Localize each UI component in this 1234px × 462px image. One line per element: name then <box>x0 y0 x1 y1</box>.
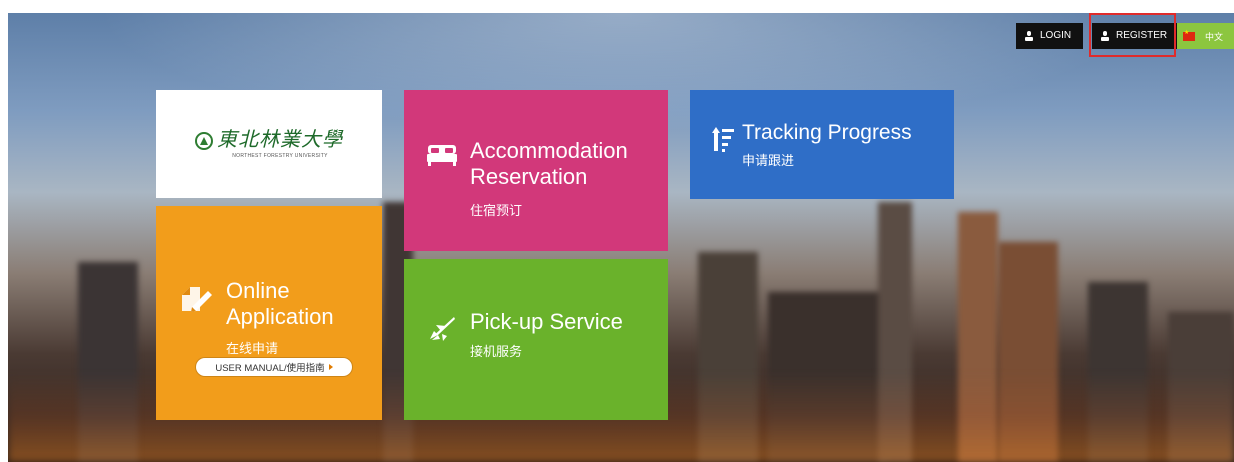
university-emblem-icon <box>195 132 213 150</box>
pickup-subtitle: 接机服务 <box>470 344 523 359</box>
login-label: LOGIN <box>1040 30 1072 41</box>
china-flag-icon <box>1183 29 1195 41</box>
online-subtitle: 在线申请 <box>226 341 279 356</box>
online-title-line2: Application <box>226 304 334 329</box>
language-label: 中文 <box>1205 31 1224 42</box>
user-manual-button[interactable]: USER MANUAL/使用指南 <box>196 358 352 376</box>
accommodation-title-line2: Reservation <box>470 164 588 189</box>
university-name-en: NORTHEST FORESTRY UNIVERSITY <box>232 153 328 159</box>
tracking-subtitle: 申请跟进 <box>742 153 795 168</box>
accommodation-subtitle: 住宿预订 <box>470 203 523 218</box>
language-switch[interactable]: 中文 <box>1177 23 1234 49</box>
background-city-banner: LOGIN REGISTER 中文 東北林業大學 NORTHEST FOREST… <box>8 13 1234 462</box>
online-title-line1: Online <box>226 278 290 303</box>
online-application-tile[interactable]: Online Application 在线申请 USER MANUAL/使用指南 <box>156 206 382 420</box>
plane-icon <box>430 317 455 341</box>
tracking-title: Tracking Progress <box>742 121 912 144</box>
login-button[interactable]: LOGIN <box>1016 23 1083 49</box>
tracking-progress-tile[interactable]: Tracking Progress 申请跟进 <box>690 90 954 199</box>
university-name-cn: 東北林業大學 <box>217 127 343 151</box>
university-logo-tile: 東北林業大學 NORTHEST FORESTRY UNIVERSITY <box>156 90 382 198</box>
pencil-note-icon <box>182 287 212 312</box>
register-button[interactable]: REGISTER <box>1092 23 1177 49</box>
play-arrow-icon <box>328 364 333 370</box>
bed-icon <box>427 145 457 166</box>
pickup-service-tile[interactable]: Pick-up Service 接机服务 <box>404 259 668 420</box>
accommodation-reservation-tile[interactable]: Accommodation Reservation 住宿预订 <box>404 90 668 251</box>
user-manual-label: USER MANUAL/使用指南 <box>215 363 325 374</box>
user-icon <box>1024 30 1034 42</box>
user-icon <box>1100 30 1110 42</box>
sort-progress-icon <box>712 127 734 152</box>
accommodation-title-line1: Accommodation <box>470 138 628 163</box>
register-label: REGISTER <box>1116 30 1168 41</box>
pickup-title: Pick-up Service <box>470 309 623 334</box>
